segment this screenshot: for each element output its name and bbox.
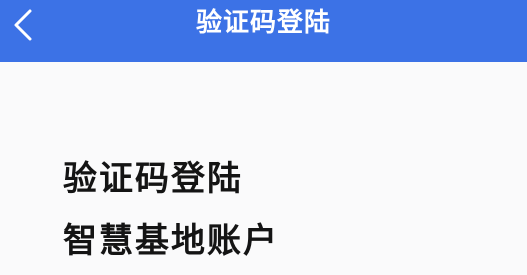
navigation-bar: 验证码登陆 — [0, 0, 527, 62]
login-screen: 验证码登陆 验证码登陆 智慧基地账户 — [0, 0, 527, 275]
login-heading: 验证码登陆 — [63, 159, 243, 199]
page-title: 验证码登陆 — [195, 8, 331, 38]
account-subheading: 智慧基地账户 — [63, 221, 279, 261]
